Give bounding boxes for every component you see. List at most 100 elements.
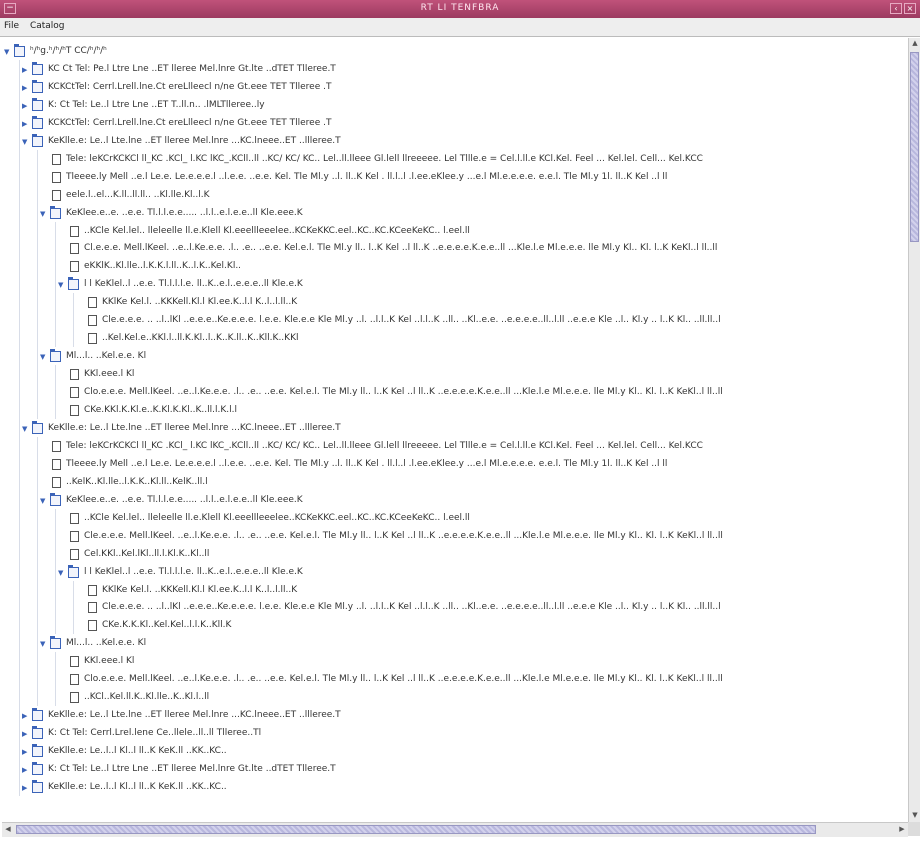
document-icon — [52, 153, 61, 165]
close-button[interactable]: × — [904, 3, 916, 14]
tree-node-label: Cle.e.e.e. .. ..l..lKl ..e.e.e..Ke.e.e.e… — [102, 315, 721, 326]
tree-leaf-node[interactable]: ..KCle Kel.lel.. lleleelle ll.e.Klell Kl… — [2, 512, 908, 527]
tree-leaf-node[interactable]: ..KCl..Kel.ll.K..Kl.lle..K..Kl.l..ll — [2, 691, 908, 706]
folder-icon — [32, 97, 43, 111]
expand-toggle-icon[interactable]: ▶ — [22, 730, 29, 738]
collapse-toggle-icon[interactable]: ▼ — [4, 48, 11, 56]
tree-folder-node[interactable]: ▶ K: Ct Tel: Cerrl.Lrel.lene Ce..llele..l… — [2, 726, 908, 742]
tree-leaf-node[interactable]: Cel.KKl..Kel.lKl..ll.l.Kl.K..Kl..ll — [2, 548, 908, 563]
collapse-toggle-icon[interactable]: ▼ — [40, 353, 47, 361]
tree-leaf-node[interactable]: KKlKe Kel.l. ..KKKell.Kl.l Kl.ee.K..l.l … — [2, 584, 908, 599]
tree-node-label: KeKlle.e: Le..l Lte.lne ..ET lleree Mel.… — [48, 422, 341, 433]
tree-folder-node[interactable]: ▼ l l KeKlel..l ..e.e. Tl.l.l.l.e. ll..K.… — [2, 277, 908, 293]
horizontal-scroll-thumb[interactable] — [16, 825, 816, 834]
collapse-toggle-icon[interactable]: ▼ — [22, 425, 29, 433]
scroll-right-icon[interactable]: ▶ — [897, 825, 907, 835]
folder-icon — [32, 133, 43, 147]
tree-leaf-node[interactable]: KKlKe Kel.l. ..KKKell.Kl.l Kl.ee.K..l.l … — [2, 296, 908, 311]
tree-leaf-node[interactable]: Clo.e.e.e. Mell.lKeel. ..e..l.Ke.e.e. .l… — [2, 386, 908, 401]
tree-leaf-node[interactable]: Cle.e.e.e. Mell.lKeel. ..e..l.Ke.e.e. .l… — [2, 530, 908, 545]
collapse-toggle-icon[interactable]: ▼ — [58, 281, 65, 289]
tree-leaf-node[interactable]: ..Kel.Kel.e..KKl.l..ll.K.Kl..l..K..K.ll.… — [2, 332, 908, 347]
scroll-down-icon[interactable]: ▼ — [911, 811, 919, 821]
tree-node-label: Cle.e.e.e. .. ..l..lKl ..e.e.e..Ke.e.e.e… — [102, 602, 721, 613]
tree-leaf-node[interactable]: eele.l..el...K.ll..ll.ll.. ..Kl.lle.Kl..… — [2, 189, 908, 204]
expand-toggle-icon[interactable]: ▶ — [22, 66, 29, 74]
tree-node-label: l l KeKlel..l ..e.e. Tl.l.l.l.e. ll..K..… — [84, 279, 303, 290]
expand-toggle-icon[interactable]: ▶ — [22, 84, 29, 92]
collapse-toggle-icon[interactable]: ▼ — [40, 640, 47, 648]
tree-leaf-node[interactable]: KKl.eee.l Kl — [2, 368, 908, 383]
folder-icon — [50, 205, 61, 219]
tree-folder-node[interactable]: ▼ KeKlle.e: Le..l Lte.lne ..ET lleree Mel… — [2, 420, 908, 437]
tree-node-label: KC Ct Tel: Pe.l Ltre Lne ..ET lleree Mel… — [48, 63, 336, 74]
tree-node-label: K: Ct Tel: Le..l Ltre Lne ..ET T..ll.n..… — [48, 99, 265, 110]
tree-leaf-node[interactable]: ..KCle Kel.lel.. lleleelle ll.e.Klell Kl… — [2, 225, 908, 240]
tree-folder-node[interactable]: ▶ KeKlle.e: Le..l..l Kl..l ll..K KeK.ll .… — [2, 779, 908, 796]
expand-toggle-icon[interactable]: ▶ — [22, 712, 29, 720]
document-icon — [52, 440, 61, 452]
title-bar[interactable]: − RT LI TENFBRA ‹ × — [0, 0, 920, 18]
tree-leaf-node[interactable]: CKe.K.K.Kl..Kel.Kel..l.l.K..Kll.K — [2, 619, 908, 634]
expand-toggle-icon[interactable]: ▶ — [22, 102, 29, 110]
document-icon — [70, 369, 79, 381]
tree-leaf-node[interactable]: CKe.KKl.K.Kl.e..K.Kl.K.Kl..K..ll.l.K.l.l — [2, 404, 908, 419]
tree-leaf-node[interactable]: KKl.eee.l Kl — [2, 655, 908, 670]
tree-folder-node[interactable]: ▼ ʰ/ʰg.ʰ/ʰ/ʰT CC/ʰ/ʰ/ʰ — [2, 44, 908, 60]
expand-toggle-icon[interactable]: ▶ — [22, 120, 29, 128]
tree-leaf-node[interactable]: Tele: leKCrKCKCl ll_KC .KCl_ l.KC lKC_.K… — [2, 153, 908, 168]
vertical-scrollbar[interactable]: ▲ ▼ — [908, 38, 920, 822]
document-icon — [52, 458, 61, 470]
tree-leaf-node[interactable]: Tele: leKCrKCKCl ll_KC .KCl_ l.KC lKC_.K… — [2, 440, 908, 455]
tree-node-label: ..Kel.Kel.e..KKl.l..ll.K.Kl..l..K..K.ll.… — [102, 333, 299, 344]
tree-folder-node[interactable]: ▶ KCKCtTel: Cerrl.Lrell.lne.Ct ereLlleecl… — [2, 115, 908, 132]
expand-toggle-icon[interactable]: ▶ — [22, 766, 29, 774]
tree-folder-node[interactable]: ▶ KCKCtTel: Cerrl.Lrell.lne.Ct ereLlleecl… — [2, 79, 908, 96]
tree-folder-node[interactable]: ▼ Ml...l.. ..Kel.e.e. Kl — [2, 349, 908, 365]
tree-node-label: Tleeee.ly Mell ..e.l Le.e. Le.e.e.e.l ..… — [66, 171, 668, 182]
tree-folder-node[interactable]: ▼ KeKlee.e..e. ..e.e. Tl.l.l.e.e..... ..l… — [2, 492, 908, 509]
horizontal-scrollbar[interactable]: ◀ ▶ — [2, 822, 908, 837]
tree-folder-node[interactable]: ▶ KeKlle.e: Le..l Lte.lne ..ET lleree Mel… — [2, 708, 908, 724]
tree-folder-node[interactable]: ▶ K: Ct Tel: Le..l Ltre Lne ..ET lleree M… — [2, 762, 908, 778]
tree-folder-node[interactable]: ▼ KeKlee.e..e. ..e.e. Tl.l.l.e.e..... ..l… — [2, 205, 908, 222]
scroll-up-icon[interactable]: ▲ — [911, 39, 919, 49]
tree-node-label: Clo.e.e.e. Mell.lKeel. ..e..l.Ke.e.e. .l… — [84, 674, 723, 685]
scroll-left-icon[interactable]: ◀ — [3, 825, 13, 835]
tree-node-label: KeKlee.e..e. ..e.e. Tl.l.l.e.e..... ..l.… — [66, 207, 303, 218]
expand-toggle-icon[interactable]: ▶ — [22, 748, 29, 756]
tree-node-label: ..KCle Kel.lel.. lleleelle ll.e.Klell Kl… — [84, 512, 470, 523]
tree-node-label: KKlKe Kel.l. ..KKKell.Kl.l Kl.ee.K..l.l … — [102, 297, 298, 308]
collapse-toggle-icon[interactable]: ▼ — [58, 569, 65, 577]
collapse-toggle-icon[interactable]: ▼ — [22, 138, 29, 146]
document-icon — [88, 297, 97, 309]
folder-icon — [32, 762, 43, 775]
tree-node-label: ..KCle Kel.lel.. lleleelle ll.e.Klell Kl… — [84, 225, 470, 236]
tree-leaf-node[interactable]: Cle.e.e.e. .. ..l..lKl ..e.e.e..Ke.e.e.e… — [2, 601, 908, 616]
tree-folder-node[interactable]: ▶ KeKlle.e: Le..l..l Kl..l ll..K KeK.ll .… — [2, 744, 908, 760]
tree-leaf-node[interactable]: Cle.e.e.e. .. ..l..lKl ..e.e.e..Ke.e.e.e… — [2, 314, 908, 329]
tree-folder-node[interactable]: ▶ K: Ct Tel: Le..l Ltre Lne ..ET T..ll.n.… — [2, 97, 908, 114]
folder-icon — [68, 277, 79, 291]
tree-leaf-node[interactable]: Clo.e.e.e. Mell.lKeel. ..e..l.Ke.e.e. .l… — [2, 673, 908, 688]
tree-node-label: K: Ct Tel: Cerrl.Lrel.lene Ce..llele..ll… — [48, 728, 262, 739]
collapse-toggle-icon[interactable]: ▼ — [40, 497, 47, 505]
minimize-button[interactable]: ‹ — [890, 3, 902, 14]
tree-leaf-node[interactable]: Tleeee.ly Mell ..e.l Le.e. Le.e.e.e.l ..… — [2, 171, 908, 186]
tree-node-label: K: Ct Tel: Le..l Ltre Lne ..ET lleree Me… — [48, 764, 336, 774]
expand-toggle-icon[interactable]: ▶ — [22, 784, 29, 792]
tree-folder-node[interactable]: ▼ l l KeKlel..l ..e.e. Tl.l.l.l.e. ll..K.… — [2, 564, 908, 581]
tree-folder-node[interactable]: ▼ KeKlle.e: Le..l Lte.lne ..ET lleree Mel… — [2, 133, 908, 150]
tree-leaf-node[interactable]: Tleeee.ly Mell ..e.l Le.e. Le.e.e.e.l ..… — [2, 458, 908, 473]
document-icon — [88, 315, 97, 327]
menu-catalog[interactable]: Catalog — [26, 18, 69, 31]
tree-node-label: Clo.e.e.e. Mell.lKeel. ..e..l.Ke.e.e. .l… — [84, 387, 723, 398]
tree-folder-node[interactable]: ▶ KC Ct Tel: Pe.l Ltre Lne ..ET lleree Me… — [2, 61, 908, 78]
vertical-scroll-thumb[interactable] — [910, 52, 919, 242]
tree-leaf-node[interactable]: ..KelK..Kl.lle..l.K.K..Kl.ll..KelK..ll.l — [2, 476, 908, 491]
menu-file[interactable]: File — [0, 18, 23, 31]
tree-leaf-node[interactable]: eKKlK..Kl.lle..l.K.K.l.ll..K..l.K..Kel.K… — [2, 260, 908, 275]
tree-folder-node[interactable]: ▼ Ml...l.. ..Kel.e.e. Kl — [2, 636, 908, 652]
tree-leaf-node[interactable]: Cl.e.e.e. Mell.lKeel. ..e..l.Ke.e.e. .l.… — [2, 242, 908, 257]
collapse-toggle-icon[interactable]: ▼ — [40, 210, 47, 218]
